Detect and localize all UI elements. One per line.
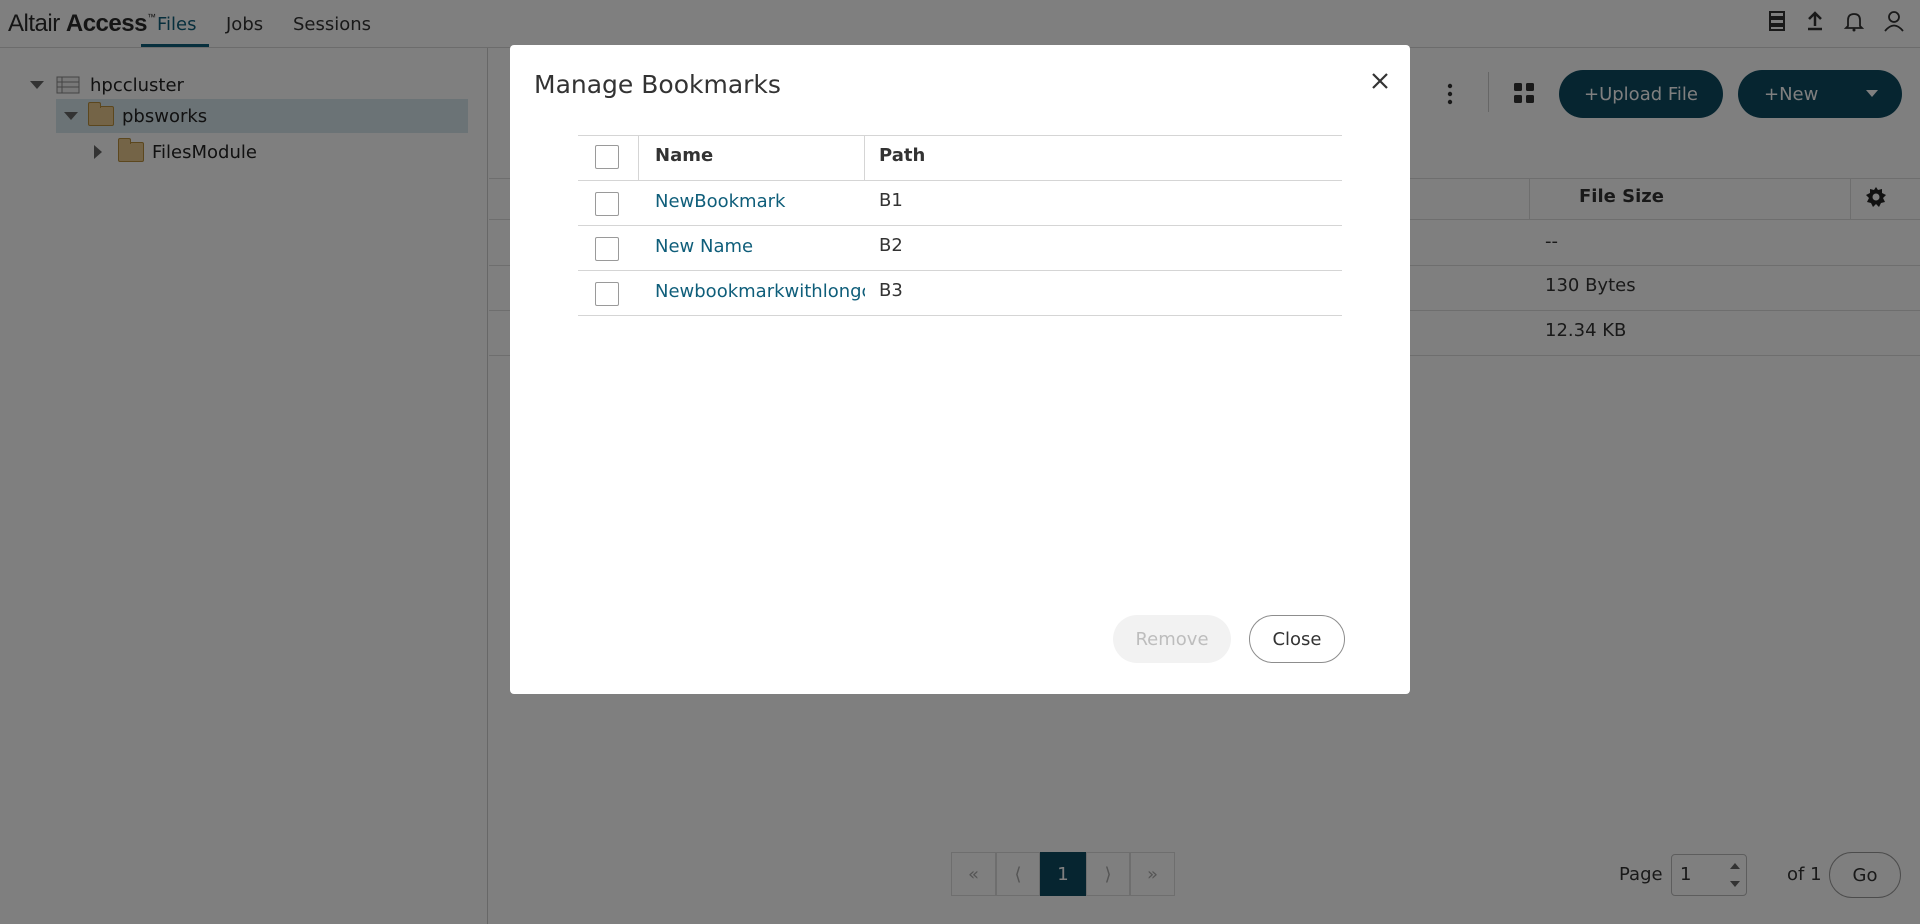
remove-button[interactable]: Remove (1113, 615, 1231, 663)
row-checkbox[interactable] (595, 192, 619, 216)
table-top-line (578, 135, 1342, 136)
column-header-name[interactable]: Name (655, 145, 713, 166)
header-bottom-line (578, 180, 1342, 181)
close-icon[interactable] (1368, 69, 1392, 93)
column-divider (864, 135, 865, 180)
row-checkbox[interactable] (595, 282, 619, 306)
bookmark-path: B3 (879, 280, 903, 301)
bookmark-name-link[interactable]: NewBookmark (655, 191, 865, 212)
row-divider (578, 270, 1342, 271)
select-all-checkbox[interactable] (595, 145, 619, 169)
bookmark-path: B1 (879, 190, 903, 211)
column-header-path[interactable]: Path (879, 145, 925, 166)
close-button[interactable]: Close (1249, 615, 1345, 663)
manage-bookmarks-dialog: Manage Bookmarks Name Path NewBookmark B… (510, 45, 1410, 694)
bookmark-name-link[interactable]: Newbookmarkwithlongcl (655, 281, 865, 302)
row-divider (578, 315, 1342, 316)
dialog-title: Manage Bookmarks (534, 70, 781, 99)
bookmark-name-link[interactable]: New Name (655, 236, 865, 257)
row-checkbox[interactable] (595, 237, 619, 261)
column-divider (638, 135, 639, 180)
bookmark-path: B2 (879, 235, 903, 256)
row-divider (578, 225, 1342, 226)
